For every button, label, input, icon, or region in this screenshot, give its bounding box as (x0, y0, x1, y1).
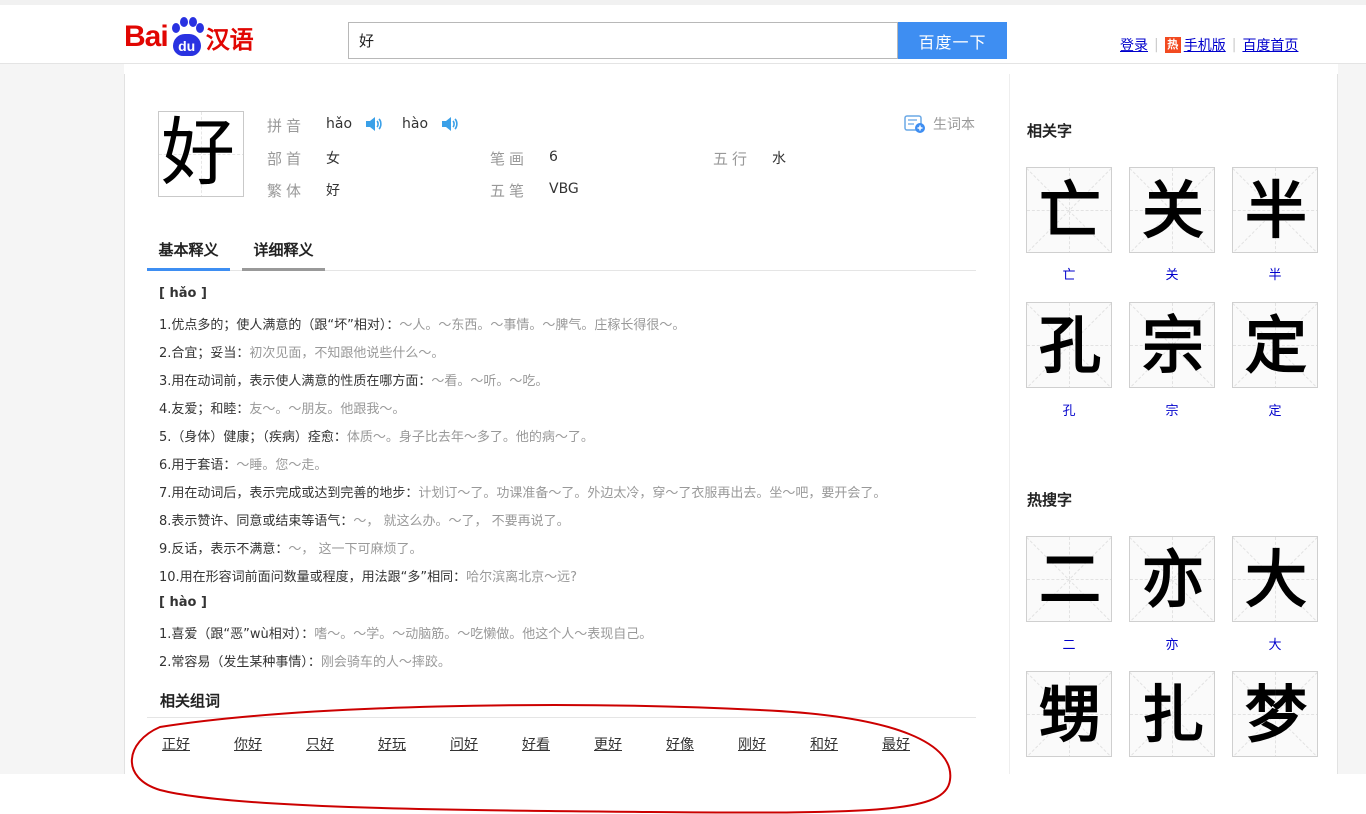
related-words-title: 相关组词 (160, 692, 221, 710)
hot-char-tile[interactable]: 亦 (1129, 536, 1215, 622)
pinyin-hao4: hào (402, 116, 429, 132)
strokes-value: 6 (549, 149, 558, 165)
pinyin-label: 拼音 (267, 117, 306, 135)
vocab-label: 生词本 (933, 117, 975, 133)
wubi-label: 五笔 (490, 182, 529, 200)
related-chars-title: 相关字 (1027, 122, 1073, 140)
hot-char-link[interactable]: 亦 (1129, 634, 1215, 653)
speaker-icon[interactable] (365, 116, 383, 132)
definition-item: 5.（身体）健康；（疾病）痊愈：体质～。身子比去年～多了。他的病～了。 (159, 430, 594, 445)
related-char-link[interactable]: 宗 (1129, 400, 1215, 419)
top-links: 登录 | 热 手机版 | 百度首页 (1120, 35, 1298, 55)
definition-item: 8.表示赞许、同意或结束等语气：～， 就这么办。～了， 不要再说了。 (159, 514, 570, 529)
pinyin-heading: [ hào ] (159, 595, 207, 610)
definition-item: 7.用在动词后，表示完成或达到完善的地步：计划订～了。功课准备～了。外边太冷，穿… (159, 486, 887, 501)
definition-item: 4.友爱；和睦：友～。～朋友。他跟我～。 (159, 402, 406, 417)
vocab-book-button[interactable]: 生词本 (903, 114, 975, 134)
character-glyph: 好 (161, 111, 235, 196)
related-char-tile[interactable]: 关 (1129, 167, 1215, 253)
speaker-icon[interactable] (441, 116, 459, 132)
logo-text: Bai (124, 20, 169, 53)
related-char-tile[interactable]: 定 (1232, 302, 1318, 388)
related-word-link[interactable]: 最好 (882, 734, 910, 754)
divider: | (1231, 37, 1237, 53)
related-char-link[interactable]: 孔 (1026, 400, 1112, 419)
traditional-label: 繁体 (267, 182, 306, 200)
tab-basic[interactable]: 基本释义 (147, 236, 230, 271)
pinyin-hao3: hǎo (326, 116, 353, 132)
related-word-link[interactable]: 问好 (450, 734, 478, 754)
related-word-link[interactable]: 正好 (162, 734, 190, 754)
hot-char-tile[interactable]: 甥 (1026, 671, 1112, 757)
definition-item: 2.常容易（发生某种事情）：刚会骑车的人～摔跤。 (159, 655, 451, 670)
sidebar: 相关字 亡 关 半 亡 关 半 孔 宗 定 孔 宗 定 热搜字 二 亦 大 二 … (1009, 74, 1337, 774)
main-card: 好 拼音 hǎo hào 生词本 部首 女 笔画 6 五行 水 繁体 好 五笔 … (124, 74, 1338, 774)
definition-item: 2.合宜；妥当：初次见面，不知跟他说些什么～。 (159, 346, 445, 361)
related-char-tile[interactable]: 宗 (1129, 302, 1215, 388)
related-word-link[interactable]: 好玩 (378, 734, 406, 754)
related-char-tile[interactable]: 亡 (1026, 167, 1112, 253)
wubi-value: VBG (549, 181, 579, 197)
related-char-tile[interactable]: 半 (1232, 167, 1318, 253)
definition-item: 10.用在形容词前面问数量或程度，用法跟“多”相同：哈尔滨离北京～远? (159, 570, 578, 585)
hot-char-tile[interactable]: 大 (1232, 536, 1318, 622)
top-bar: Bai du 汉语 百度一下 登录 | 热 手机版 | 百度首页 (0, 0, 1366, 64)
logo-cn-text: 汉语 (205, 25, 254, 54)
related-word-link[interactable]: 更好 (594, 734, 622, 754)
baidu-hanyu-logo[interactable]: Bai du 汉语 (124, 15, 254, 59)
paw-icon: du (169, 17, 204, 57)
wuxing-label: 五行 (713, 150, 752, 168)
related-char-link[interactable]: 半 (1232, 264, 1318, 283)
search-box[interactable] (348, 22, 899, 59)
related-word-link[interactable]: 只好 (306, 734, 334, 754)
wuxing-value: 水 (772, 151, 786, 167)
definition-item: 1.喜爱（跟“恶”wù相对）：嗜～。～学。～动脑筋。～吃懒做。他这个人～表现自己… (159, 627, 653, 642)
login-link[interactable]: 登录 (1120, 35, 1148, 55)
page-bottom (0, 774, 1366, 814)
definition-item: 9.反话，表示不满意：～， 这一下可麻烦了。 (159, 542, 423, 557)
search-button[interactable]: 百度一下 (898, 22, 1007, 59)
hot-char-tile[interactable]: 二 (1026, 536, 1112, 622)
related-char-link[interactable]: 关 (1129, 264, 1215, 283)
radical-value: 女 (326, 151, 340, 167)
strokes-label: 笔画 (490, 150, 529, 168)
hot-char-tile[interactable]: 梦 (1232, 671, 1318, 757)
hot-char-link[interactable]: 大 (1232, 634, 1318, 653)
tab-detailed[interactable]: 详细释义 (242, 236, 325, 271)
logo-paw-text: du (172, 34, 201, 56)
related-char-link[interactable]: 亡 (1026, 264, 1112, 283)
related-word-link[interactable]: 好像 (666, 734, 694, 754)
related-char-tile[interactable]: 孔 (1026, 302, 1112, 388)
pinyin-heading: [ hǎo ] (159, 286, 207, 301)
search-input[interactable] (349, 23, 899, 57)
related-word-link[interactable]: 刚好 (738, 734, 766, 754)
definition-item: 1.优点多的；使人满意的（跟“坏”相对）：～人。～东西。～事情。～脾气。庄稼长得… (159, 318, 686, 333)
hot-icon: 热 (1164, 37, 1181, 53)
traditional-value: 好 (326, 183, 340, 199)
related-word-link[interactable]: 你好 (234, 734, 262, 754)
divider (147, 717, 976, 718)
related-word-link[interactable]: 和好 (810, 734, 838, 754)
definition-item: 3.用在动词前，表示使人满意的性质在哪方面：～看。～听。～吃。 (159, 374, 549, 389)
related-word-link[interactable]: 好看 (522, 734, 550, 754)
definition-item: 6.用于套语：～睡。您～走。 (159, 458, 328, 473)
divider: | (1154, 37, 1159, 53)
hot-char-link[interactable]: 二 (1026, 634, 1112, 653)
add-vocab-icon (904, 115, 925, 133)
hot-char-tile[interactable]: 扎 (1129, 671, 1215, 757)
definition-tabs: 基本释义 详细释义 (147, 236, 976, 271)
page-background (0, 64, 124, 774)
mobile-link[interactable]: 手机版 (1184, 35, 1226, 55)
radical-label: 部首 (267, 150, 306, 168)
related-char-link[interactable]: 定 (1232, 400, 1318, 419)
baidu-home-link[interactable]: 百度首页 (1242, 35, 1298, 55)
page-background (1338, 64, 1366, 774)
hot-chars-title: 热搜字 (1027, 491, 1073, 509)
character-box: 好 (158, 111, 244, 197)
